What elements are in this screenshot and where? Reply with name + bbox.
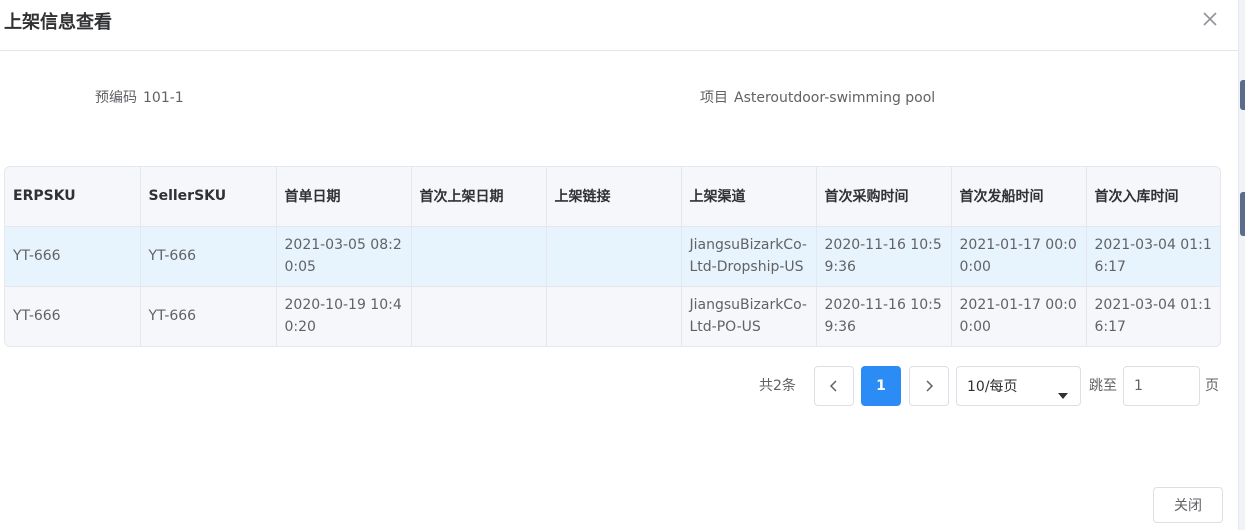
goto-label: 跳至 — [1089, 378, 1117, 394]
table-header-row: ERPSKU SellerSKU 首单日期 首次上架日期 上架链接 上架渠道 首… — [5, 167, 1220, 227]
table-row[interactable]: YT-666 YT-666 2021-03-05 08:20:05 Jiangs… — [5, 226, 1220, 287]
background-tab-indicator — [1240, 80, 1245, 110]
project-field: 项目 Asteroutdoor-swimming pool — [700, 89, 935, 107]
table-cell: YT-666 — [140, 286, 277, 346]
background-page-edge — [1238, 0, 1245, 530]
project-label: 项目 — [700, 90, 728, 106]
table-cell — [546, 226, 682, 287]
column-header-listing-channel[interactable]: 上架渠道 — [681, 167, 817, 227]
table-cell: 2021-03-04 01:16:17 — [1086, 226, 1220, 287]
close-button[interactable]: 关闭 — [1153, 487, 1223, 523]
table-cell — [411, 286, 547, 346]
page-number-button[interactable]: 1 — [861, 366, 901, 406]
goto-page-input[interactable] — [1123, 366, 1200, 406]
pagination-total: 共2条 — [759, 378, 796, 394]
dialog-header: 上架信息查看 — [0, 0, 1238, 51]
column-header-erpsku[interactable]: ERPSKU — [5, 167, 141, 227]
table-row[interactable]: YT-666 YT-666 2020-10-19 10:40:20 Jiangs… — [5, 286, 1220, 346]
column-header-first-shipment-time[interactable]: 首次发船时间 — [951, 167, 1087, 227]
column-header-first-warehousing-time[interactable]: 首次入库时间 — [1086, 167, 1220, 227]
table-cell: 2021-01-17 00:00:00 — [951, 286, 1087, 346]
table-cell: 2021-03-04 01:16:17 — [1086, 286, 1220, 346]
table-cell: 2020-11-16 10:59:36 — [816, 226, 952, 287]
column-header-listing-link[interactable]: 上架链接 — [546, 167, 682, 227]
goto-unit-label: 页 — [1205, 378, 1219, 394]
table-cell: 2021-03-05 08:20:05 — [276, 226, 412, 287]
pre-code-value: 101-1 — [143, 90, 184, 106]
project-value: Asteroutdoor-swimming pool — [734, 90, 936, 106]
table-cell: 2020-10-19 10:40:20 — [276, 286, 412, 346]
chevron-left-icon — [829, 377, 839, 396]
caret-down-icon — [1058, 384, 1068, 403]
prev-page-button[interactable] — [814, 366, 854, 406]
pre-code-field: 预编码 101-1 — [95, 89, 184, 107]
column-header-first-purchase-time[interactable]: 首次采购时间 — [816, 167, 952, 227]
table-cell: JiangsuBizarkCo-Ltd-PO-US — [681, 286, 817, 346]
page-size-select[interactable]: 10/每页 — [956, 366, 1081, 406]
listing-info-dialog: 上架信息查看 预编码 101-1 项目 Asteroutdoor-swimming … — [0, 0, 1238, 530]
table-cell: YT-666 — [5, 226, 141, 287]
table-cell: 2021-01-17 00:00:00 — [951, 226, 1087, 287]
table-cell — [546, 286, 682, 346]
close-icon[interactable] — [1199, 8, 1221, 30]
chevron-right-icon — [924, 377, 934, 396]
page-size-value: 10/每页 — [967, 379, 1018, 395]
table-cell: 2020-11-16 10:59:36 — [816, 286, 952, 346]
column-header-first-listing-date[interactable]: 首次上架日期 — [411, 167, 547, 227]
listing-table: ERPSKU SellerSKU 首单日期 首次上架日期 上架链接 上架渠道 首… — [4, 166, 1221, 347]
pre-code-label: 预编码 — [95, 90, 137, 106]
table-cell: YT-666 — [5, 286, 141, 346]
column-header-first-order-date[interactable]: 首单日期 — [276, 167, 412, 227]
column-header-sellersku[interactable]: SellerSKU — [140, 167, 277, 227]
table-cell: JiangsuBizarkCo-Ltd-Dropship-US — [681, 226, 817, 287]
next-page-button[interactable] — [909, 366, 949, 406]
background-tab-indicator — [1240, 192, 1245, 236]
table-cell — [411, 226, 547, 287]
table-cell: YT-666 — [140, 226, 277, 287]
dialog-title: 上架信息查看 — [4, 12, 112, 33]
